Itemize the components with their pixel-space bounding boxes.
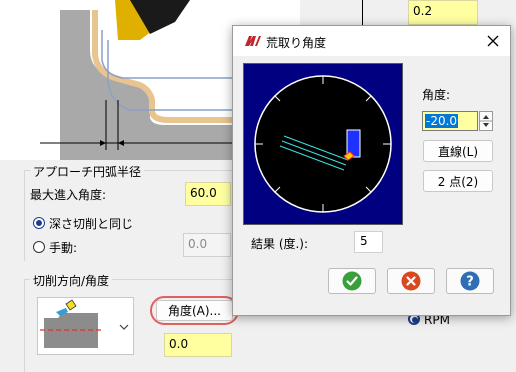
max-entry-angle-field[interactable]: 60.0 [185,182,231,206]
question-icon: ? [460,271,480,291]
result-label: 結果 (度.): [251,237,309,251]
ok-button[interactable] [328,268,376,294]
same-as-depth-radio[interactable] [33,217,45,229]
help-button[interactable]: ? [446,268,494,294]
result-field[interactable]: 5 [354,231,383,253]
angle-preview-graphic [254,75,392,213]
approach-group-title: アプローチ円弧半径 [30,163,145,180]
line-button[interactable]: 直線(L) [423,140,493,162]
max-entry-angle-label: 最大進入角度: [30,188,107,202]
angle-preview [243,63,403,225]
close-icon [487,35,499,47]
manual-field[interactable]: 0.0 [183,233,231,257]
angle-input[interactable]: -20.0 [422,111,478,131]
guide-line [362,0,363,25]
x-icon [401,271,421,291]
check-icon [342,271,362,291]
direction-dropdown[interactable] [37,297,134,355]
angle-label: 角度: [422,88,451,102]
dialog-titlebar: 荒取り角度 [233,26,510,56]
svg-text:?: ? [466,275,474,290]
spinner-arrows-icon [480,115,492,127]
app-logo-icon [245,36,261,46]
dialog-title: 荒取り角度 [266,36,327,50]
angle-input-value: -20.0 [425,114,459,128]
angle-button[interactable]: 角度(A)... [156,300,233,321]
close-button[interactable] [484,32,502,50]
direction-preview-icon [40,299,129,348]
same-as-depth-label: 深さ切削と同じ [49,217,134,231]
rough-angle-dialog: 荒取り角度 角度: -20.0 直線(L) 2 点(2) 結果 (度.): 5 … [232,25,511,316]
cut-direction-group-title: 切削方向/角度 [30,272,113,289]
two-point-button[interactable]: 2 点(2) [423,170,493,192]
cancel-button[interactable] [387,268,435,294]
manual-label: 手動: [49,241,78,255]
top-value-field[interactable]: 0.2 [408,0,478,25]
angle-value-field[interactable]: 0.0 [164,333,232,357]
angle-spinner[interactable] [479,111,493,131]
manual-radio[interactable] [33,241,45,253]
